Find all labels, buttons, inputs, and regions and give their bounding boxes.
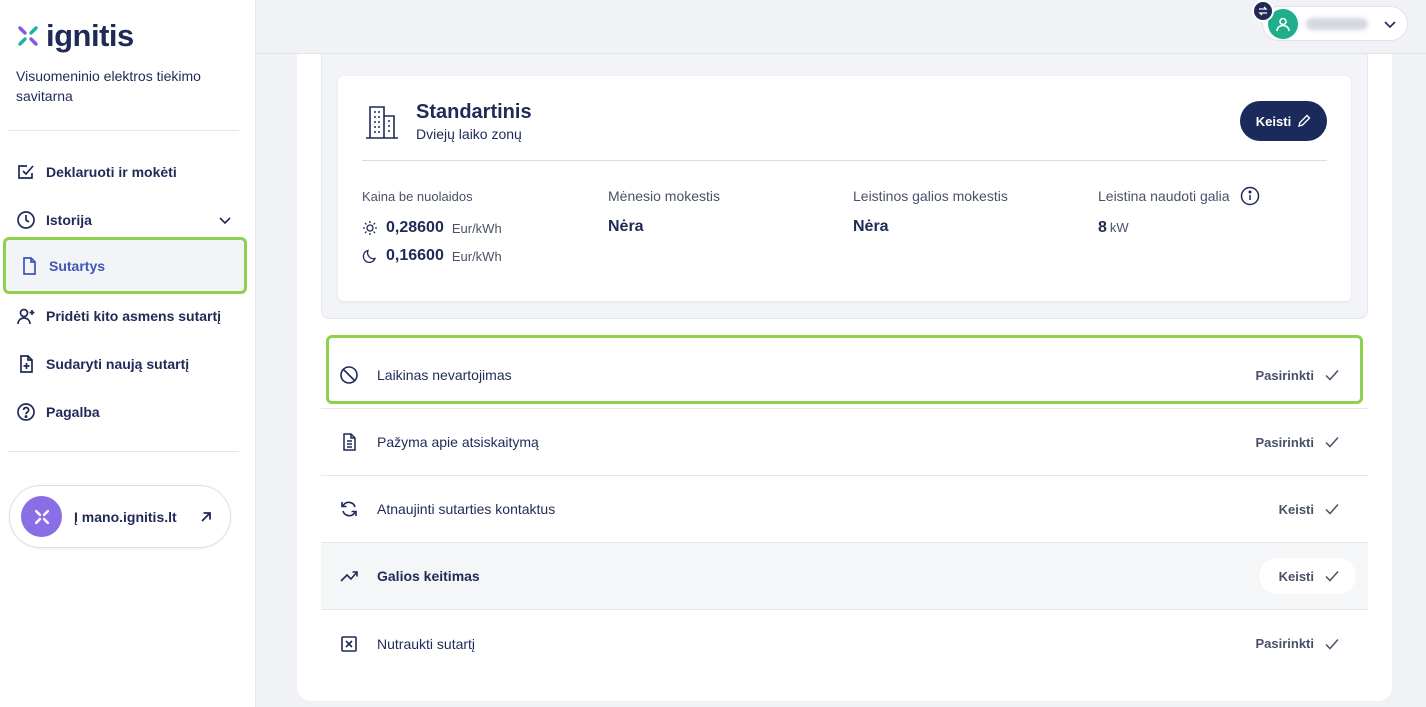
- chevron-down-icon[interactable]: [218, 213, 232, 227]
- file-text-icon: [343, 433, 356, 451]
- help-icon: [17, 403, 35, 421]
- arrow-up-right-icon: [201, 511, 211, 522]
- price-night-value: 0,16600: [386, 247, 444, 264]
- option-label: Nutraukti sutartį: [377, 635, 476, 652]
- monthly-fee-value: Nėra: [608, 218, 644, 235]
- checkbox-edit-icon: [18, 165, 34, 179]
- allowed-power-unit: kW: [1109, 220, 1129, 235]
- user-plus-icon: [17, 308, 35, 325]
- option-action-label: Pasirinkti: [1255, 367, 1314, 383]
- option-galios-keitimas[interactable]: Galios keitimas Keisti: [321, 543, 1368, 610]
- sidebar-divider: [8, 451, 239, 452]
- trend-up-icon: [340, 571, 358, 582]
- option-action[interactable]: Pasirinkti: [1255, 367, 1340, 383]
- change-plan-label: Keisti: [1255, 113, 1292, 129]
- option-action-label: Keisti: [1278, 568, 1314, 584]
- ignitis-badge-icon: [21, 496, 62, 537]
- option-label: Atnaujinti sutarties kontaktus: [377, 501, 556, 517]
- sidebar-item-deklaruoti[interactable]: Deklaruoti ir mokėti: [6, 148, 244, 196]
- option-action-label: Pasirinkti: [1255, 434, 1314, 450]
- logo[interactable]: ignitis: [16, 20, 134, 51]
- check-icon: [1325, 437, 1339, 448]
- switch-account-icon[interactable]: [1252, 0, 1274, 22]
- plan-subtitle: Dviejų laiko zonų: [416, 126, 522, 142]
- price-night-row: 0,16600 Eur/kWh: [362, 247, 502, 265]
- price-label: Kaina be nuolaidos: [362, 189, 473, 204]
- sidebar-item-prideti[interactable]: Pridėti kito asmens sutartį: [6, 292, 244, 340]
- info-icon[interactable]: [1240, 186, 1260, 206]
- sidebar-item-label: Istorija: [46, 212, 92, 228]
- user-menu[interactable]: [1262, 6, 1408, 41]
- sidebar-item-sudaryti[interactable]: Sudaryti naują sutartį: [6, 340, 244, 388]
- clock-icon: [17, 211, 35, 229]
- moon-icon: [362, 249, 377, 263]
- sidebar-item-label: Sutartys: [49, 257, 106, 274]
- sidebar-item-pagalba[interactable]: Pagalba: [6, 388, 244, 436]
- close-box-icon: [341, 635, 357, 652]
- option-atnaujinti-kontaktus[interactable]: Atnaujinti sutarties kontaktus Keisti: [321, 476, 1368, 543]
- option-label: Galios keitimas: [377, 568, 480, 584]
- option-label: Laikinas nevartojimas: [377, 367, 512, 383]
- option-action-label: Keisti: [1278, 501, 1314, 517]
- option-action[interactable]: Pasirinkti: [1255, 434, 1340, 450]
- monthly-fee-label: Mėnesio mokestis: [608, 188, 721, 204]
- option-label: Pažyma apie atsiskaitymą: [377, 434, 539, 450]
- change-plan-button[interactable]: Keisti: [1240, 101, 1327, 141]
- sidebar-item-sutartys[interactable]: Sutartys: [3, 237, 247, 294]
- option-action-label: Pasirinkti: [1255, 636, 1314, 651]
- building-icon: [366, 106, 398, 139]
- option-action[interactable]: Keisti: [1279, 501, 1340, 517]
- chevron-down-icon: [1384, 21, 1396, 29]
- block-icon: [340, 366, 358, 384]
- allowed-power-label: Leistina naudoti galia: [1098, 188, 1230, 204]
- option-action[interactable]: Pasirinkti: [1255, 636, 1340, 652]
- logo-text: ignitis: [46, 18, 134, 53]
- allowed-power-value: 8: [1098, 219, 1107, 236]
- price-day-value: 0,28600: [386, 219, 444, 236]
- external-link-label: Į mano.ignitis.lt: [74, 508, 177, 525]
- app-subtitle: Visuomeninio elektros tiekimo savitarna: [16, 68, 201, 104]
- sidebar-item-label: Deklaruoti ir mokėti: [46, 164, 177, 180]
- sidebar-item-label: Pagalba: [46, 404, 100, 420]
- sidebar-item-label: Sudaryti naują sutartį: [46, 356, 190, 372]
- top-bar: [256, 0, 1426, 54]
- option-action[interactable]: Keisti: [1258, 558, 1356, 594]
- sun-icon: [363, 221, 377, 235]
- option-pazyma[interactable]: Pažyma apie atsiskaitymą Pasirinkti: [321, 409, 1368, 476]
- plan-divider: [362, 160, 1327, 161]
- pencil-icon: [1298, 114, 1311, 128]
- power-fee-label: Leistinos galios mokestis: [853, 188, 1008, 204]
- check-icon: [1325, 638, 1339, 650]
- allowed-power-value-row: 8 kW: [1098, 219, 1129, 237]
- ignitis-logo-icon: [18, 25, 38, 46]
- file-plus-icon: [20, 355, 33, 373]
- sidebar-item-label: Pridėti kito asmens sutartį: [46, 308, 222, 324]
- check-icon: [1325, 571, 1339, 582]
- external-link-card[interactable]: Į mano.ignitis.lt: [9, 485, 231, 548]
- username-blurred: [1306, 17, 1368, 30]
- power-fee-value: Nėra: [853, 218, 889, 235]
- option-nutraukti-sutarti[interactable]: Nutraukti sutartį Pasirinkti: [321, 610, 1368, 677]
- price-day-row: 0,28600 Eur/kWh: [362, 219, 502, 237]
- option-laikinas-nevartojimas[interactable]: Laikinas nevartojimas Pasirinkti: [321, 342, 1368, 409]
- check-icon: [1325, 370, 1339, 381]
- document-icon: [23, 256, 36, 275]
- price-unit: Eur/kWh: [451, 248, 502, 264]
- plan-title: Standartinis: [416, 101, 532, 123]
- sidebar: ignitis Visuomeninio elektros tiekimo sa…: [0, 0, 256, 707]
- price-unit: Eur/kWh: [451, 220, 502, 236]
- sidebar-divider: [8, 130, 239, 131]
- refresh-icon: [341, 501, 357, 517]
- check-icon: [1325, 504, 1339, 515]
